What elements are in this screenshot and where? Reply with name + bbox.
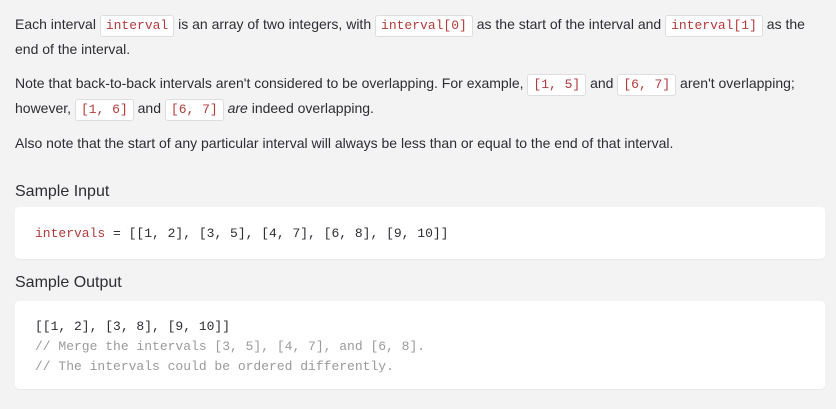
text-segment: is an array of two integers, with bbox=[174, 16, 376, 32]
input-value: [[1, 2], [3, 5], [4, 7], [6, 8], [9, 10]… bbox=[128, 226, 449, 241]
code-line: intervals = [[1, 2], [3, 5], [4, 7], [6,… bbox=[35, 224, 825, 244]
output-value: [[1, 2], [3, 8], [9, 10]] bbox=[35, 319, 231, 334]
code-comment: // Merge the intervals [3, 5], [4, 7], a… bbox=[35, 339, 426, 354]
inline-code-example: [6, 7] bbox=[617, 74, 677, 96]
emphasis-text: are bbox=[227, 100, 248, 116]
inline-code-example: [1, 6] bbox=[74, 99, 134, 121]
sample-output-heading: Sample Output bbox=[15, 274, 122, 291]
sample-input-code-block: intervals = [[1, 2], [3, 5], [4, 7], [6,… bbox=[15, 207, 825, 259]
text-segment: as the start of the interval and bbox=[472, 16, 666, 32]
inline-code-interval-0: interval[0] bbox=[375, 15, 473, 37]
assignment-operator: = bbox=[105, 226, 129, 241]
sample-output-code-block: [[1, 2], [3, 8], [9, 10]] // Merge the i… bbox=[15, 301, 825, 389]
inline-code-interval: interval bbox=[99, 15, 175, 37]
paragraph-interval-definition: Each interval interval is an array of tw… bbox=[15, 0, 824, 61]
paragraph-overlap-note: Note that back-to-back intervals aren't … bbox=[15, 71, 824, 121]
text-segment: Each interval bbox=[15, 16, 100, 32]
inline-code-example: [1, 5] bbox=[527, 74, 587, 96]
text-segment: and bbox=[586, 75, 618, 91]
text-segment: and bbox=[133, 100, 165, 116]
problem-description: Each interval interval is an array of tw… bbox=[0, 0, 836, 409]
inline-code-interval-1: interval[1] bbox=[665, 15, 763, 37]
inline-code-example: [6, 7] bbox=[164, 99, 224, 121]
text-segment: Note that back-to-back intervals aren't … bbox=[15, 75, 528, 91]
variable-name: intervals bbox=[35, 226, 106, 241]
paragraph-start-end-note: Also note that the start of any particul… bbox=[15, 135, 674, 151]
sample-input-heading: Sample Input bbox=[15, 183, 110, 200]
code-comment: // The intervals could be ordered differ… bbox=[35, 359, 394, 374]
text-segment: indeed overlapping. bbox=[247, 100, 374, 116]
